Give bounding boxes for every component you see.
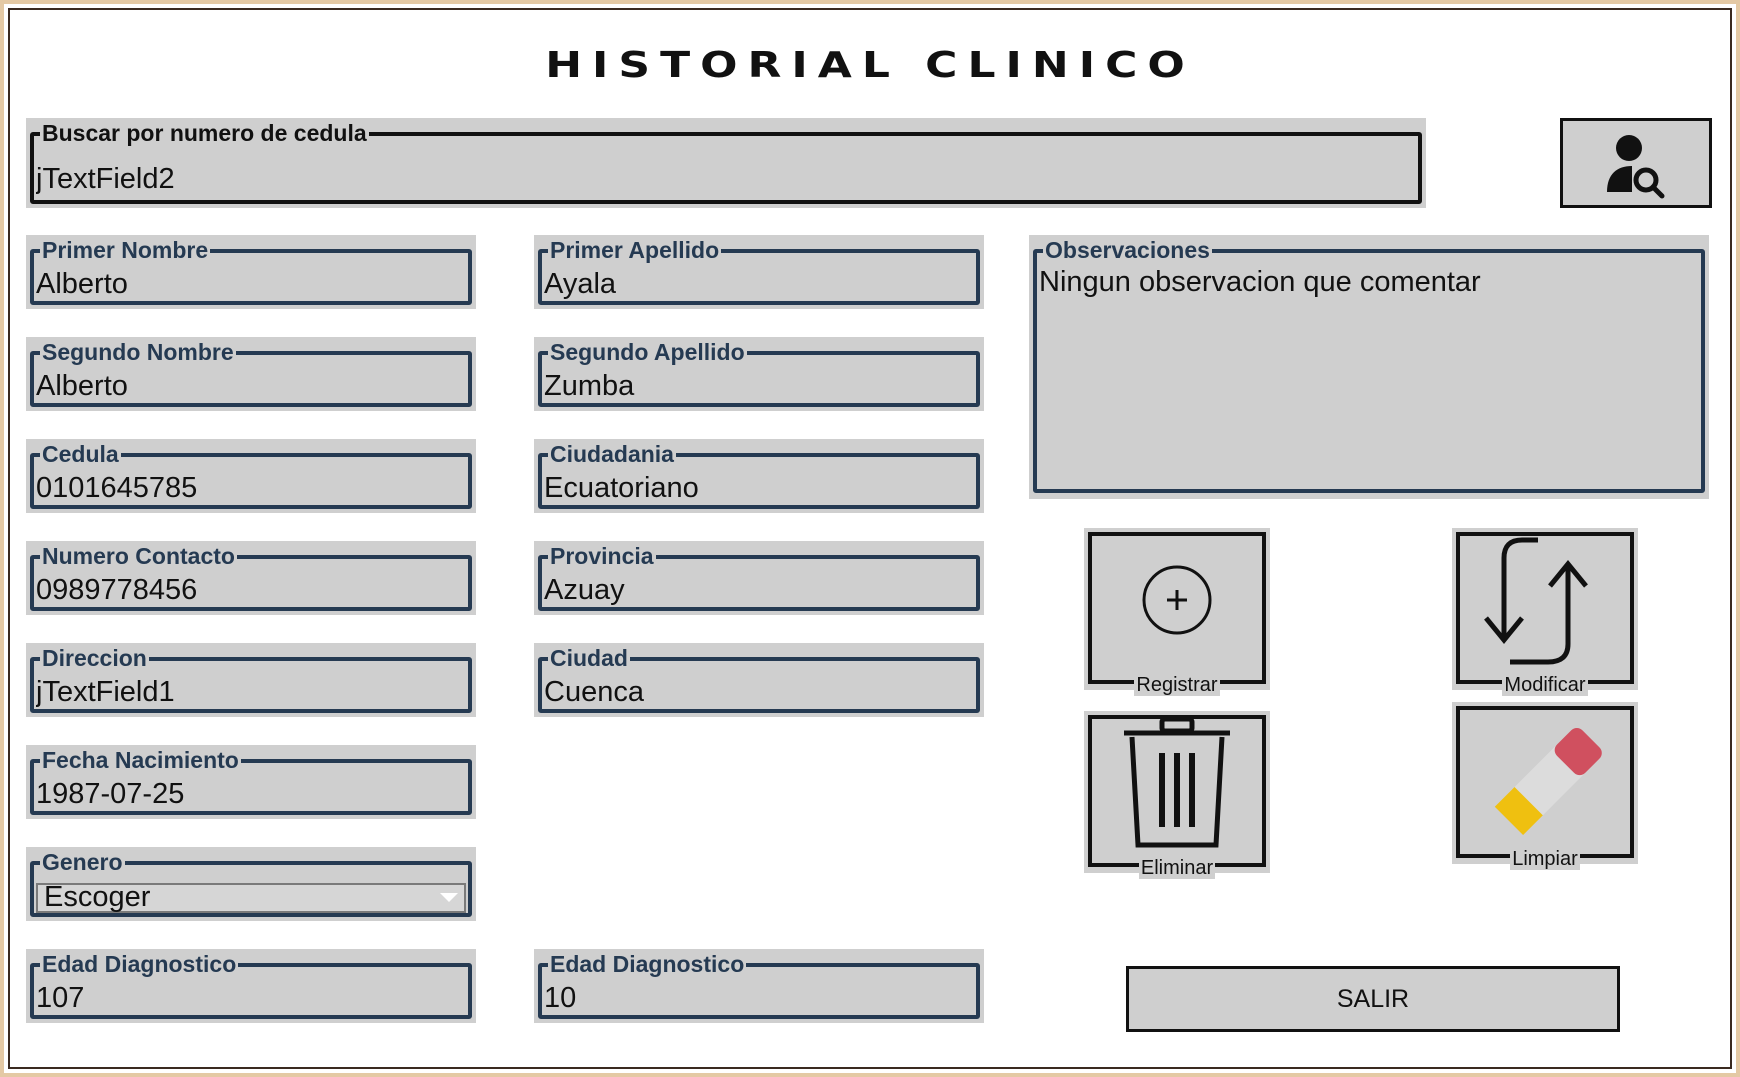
registrar-label-wrap: Registrar <box>1084 674 1270 696</box>
page-title: HISTORIAL CLINICO <box>545 45 1195 86</box>
registrar-label: Registrar <box>1134 674 1220 696</box>
provincia-label: Provincia <box>548 543 656 569</box>
edad-diagnostico-label-1: Edad Diagnostico <box>40 951 239 977</box>
genero-select[interactable]: Escoger <box>36 881 466 913</box>
segundo-nombre-label: Segundo Nombre <box>40 339 236 365</box>
salir-button[interactable]: SALIR <box>1126 966 1620 1032</box>
cedula-input[interactable] <box>36 471 466 505</box>
provincia-input[interactable] <box>544 573 974 607</box>
cedula-field: Cedula <box>26 439 476 513</box>
fecha-nacimiento-input[interactable] <box>36 777 466 811</box>
limpiar-label: Limpiar <box>1510 848 1580 870</box>
fecha-nacimiento-label: Fecha Nacimiento <box>40 747 241 773</box>
numero-contacto-field: Numero Contacto <box>26 541 476 615</box>
observaciones-textarea[interactable]: Ningun observacion que comentar <box>1039 265 1699 299</box>
primer-apellido-label: Primer Apellido <box>548 237 722 263</box>
eliminar-button[interactable]: Eliminar <box>1084 711 1270 879</box>
direccion-label: Direccion <box>40 645 149 671</box>
observaciones-label: Observaciones <box>1043 237 1212 263</box>
primer-nombre-field: Primer Nombre <box>26 235 476 309</box>
ciudadania-field: Ciudadania <box>534 439 984 513</box>
direccion-field: Direccion <box>26 643 476 717</box>
direccion-input[interactable] <box>36 675 466 709</box>
edad-diagnostico-field-2: Edad Diagnostico <box>534 949 984 1023</box>
registrar-button[interactable]: Registrar <box>1084 528 1270 696</box>
genero-selected-value: Escoger <box>44 881 151 913</box>
edad-diagnostico-field-1: Edad Diagnostico <box>26 949 476 1023</box>
trash-icon <box>1124 716 1230 848</box>
segundo-nombre-input[interactable] <box>36 369 466 403</box>
modificar-label: Modificar <box>1502 674 1588 696</box>
primer-nombre-label: Primer Nombre <box>40 237 211 263</box>
provincia-field: Provincia <box>534 541 984 615</box>
cedula-label: Cedula <box>40 441 121 467</box>
segundo-nombre-field: Segundo Nombre <box>26 337 476 411</box>
ciudadania-label: Ciudadania <box>548 441 676 467</box>
swap-arrows-icon <box>1484 537 1588 665</box>
eliminar-label-wrap: Eliminar <box>1084 857 1270 879</box>
ciudad-label: Ciudad <box>548 645 630 671</box>
primer-apellido-field: Primer Apellido <box>534 235 984 309</box>
edad-diagnostico-label-2: Edad Diagnostico <box>548 951 747 977</box>
user-search-icon <box>1607 135 1665 199</box>
segundo-apellido-input[interactable] <box>544 369 974 403</box>
numero-contacto-input[interactable] <box>36 573 466 607</box>
genero-field: Genero Escoger <box>26 847 476 921</box>
modificar-button[interactable]: Modificar <box>1452 528 1638 696</box>
plus-circle-icon <box>1142 565 1212 635</box>
genero-label: Genero <box>40 849 125 875</box>
numero-contacto-label: Numero Contacto <box>40 543 237 569</box>
edad-diagnostico-input-1[interactable] <box>36 981 466 1015</box>
limpiar-button[interactable]: Limpiar <box>1452 702 1638 870</box>
segundo-apellido-field: Segundo Apellido <box>534 337 984 411</box>
primer-apellido-input[interactable] <box>544 267 974 301</box>
modificar-label-wrap: Modificar <box>1452 674 1638 696</box>
ciudadania-input[interactable] <box>544 471 974 505</box>
eliminar-label: Eliminar <box>1138 857 1216 879</box>
eraser-icon <box>1494 728 1602 836</box>
search-user-button[interactable] <box>1560 118 1712 208</box>
ciudad-input[interactable] <box>544 675 974 709</box>
segundo-apellido-label: Segundo Apellido <box>548 339 747 365</box>
ciudad-field: Ciudad <box>534 643 984 717</box>
chevron-down-icon <box>440 893 458 902</box>
search-cedula-field: Buscar por numero de cedula <box>26 118 1426 208</box>
observaciones-field: Observaciones Ningun observacion que com… <box>1029 235 1709 499</box>
search-cedula-label: Buscar por numero de cedula <box>40 120 369 146</box>
search-cedula-input[interactable] <box>36 162 1416 196</box>
edad-diagnostico-input-2[interactable] <box>544 981 974 1015</box>
limpiar-label-wrap: Limpiar <box>1452 848 1638 870</box>
fecha-nacimiento-field: Fecha Nacimiento <box>26 745 476 819</box>
primer-nombre-input[interactable] <box>36 267 466 301</box>
